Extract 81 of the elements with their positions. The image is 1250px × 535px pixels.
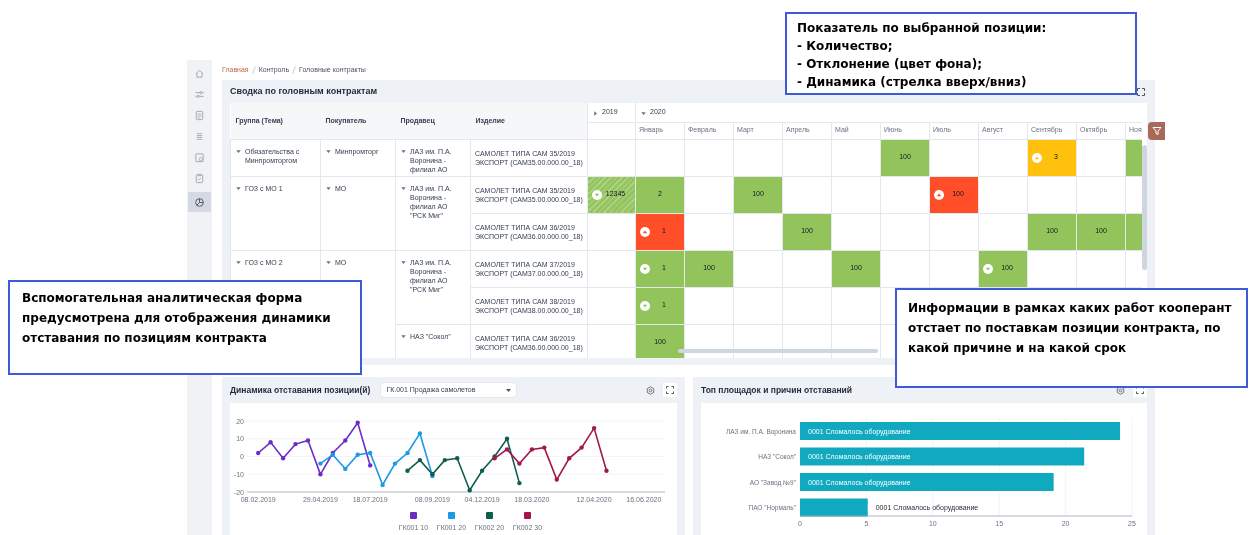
- table-cell[interactable]: [1125, 213, 1142, 250]
- sidebar-item[interactable]: [188, 192, 211, 212]
- data-point: [504, 436, 510, 441]
- data-point: [268, 440, 273, 445]
- legend-swatch: [410, 512, 417, 519]
- data-point: [280, 456, 286, 461]
- data-point: [467, 488, 472, 493]
- fullscreen-button[interactable]: [663, 383, 677, 397]
- data-point: [256, 450, 261, 456]
- caret-icon[interactable]: [593, 110, 598, 116]
- callout-item: - Динамика (стрелка вверх/вниз): [797, 74, 1028, 91]
- data-point: [380, 482, 385, 488]
- data-point: [392, 461, 398, 466]
- table-cell[interactable]: [1125, 139, 1142, 176]
- data-point: [293, 441, 298, 447]
- legend-swatch: [524, 512, 531, 519]
- data-point: [579, 445, 584, 450]
- data-point: [355, 452, 360, 457]
- data-point: [355, 420, 360, 425]
- sliders-icon: [194, 88, 205, 100]
- callout-item: - Отклонение (цвет фона);: [797, 56, 983, 73]
- caret-icon[interactable]: [326, 259, 331, 265]
- data-point: [542, 445, 547, 450]
- list-icon: [194, 130, 205, 142]
- data-point: [554, 477, 559, 482]
- caret-icon[interactable]: [641, 110, 646, 116]
- calendar-icon: [194, 151, 205, 163]
- bar: [800, 498, 868, 517]
- caret-icon: [506, 388, 512, 392]
- data-point: [368, 463, 373, 468]
- clipboard-icon: [194, 172, 205, 184]
- legend-swatch: [448, 512, 455, 519]
- caret-icon[interactable]: [236, 185, 241, 191]
- data-point: [479, 468, 485, 473]
- data-point: [455, 456, 460, 461]
- callout-text: Вспомогательная аналитическая форма предусмотрена для отображения динамики отставания по позициям контракта: [22, 290, 332, 347]
- filter-button[interactable]: [1148, 122, 1165, 140]
- settings-icon[interactable]: [646, 385, 655, 395]
- data-point: [405, 450, 410, 456]
- settings-icon[interactable]: [1116, 385, 1125, 395]
- document-icon: [194, 109, 205, 121]
- filter-icon: [1151, 126, 1162, 136]
- data-point: [305, 438, 311, 443]
- data-point: [368, 450, 373, 456]
- pie-chart-icon: [194, 196, 205, 208]
- legend-swatch: [486, 512, 493, 519]
- data-point: [318, 472, 323, 477]
- data-point: [318, 461, 323, 466]
- data-point: [417, 457, 423, 463]
- data-point: [405, 468, 410, 473]
- data-point: [604, 468, 609, 473]
- scrollbar[interactable]: [678, 349, 878, 353]
- slash-icon: [292, 66, 297, 74]
- panel-title: Топ площадок и причин отставаний: [701, 383, 853, 397]
- caret-icon[interactable]: [401, 148, 406, 154]
- fullscreen-icon[interactable]: [1137, 88, 1145, 96]
- slash-icon: [251, 66, 256, 74]
- home-icon: [194, 67, 205, 79]
- caret-icon[interactable]: [326, 185, 331, 191]
- caret-icon[interactable]: [401, 259, 406, 265]
- panel-title: Сводка по головным контрактам: [230, 84, 378, 98]
- data-point: [591, 425, 597, 431]
- data-point: [517, 461, 522, 466]
- data-point: [343, 466, 348, 472]
- data-point: [529, 447, 535, 452]
- caret-icon[interactable]: [236, 148, 241, 154]
- caret-icon[interactable]: [236, 259, 241, 265]
- scrollbar[interactable]: [1142, 145, 1147, 270]
- data-point: [343, 438, 348, 443]
- data-point: [517, 480, 522, 486]
- caret-icon[interactable]: [401, 185, 406, 191]
- callout-item: - Количество;: [797, 38, 894, 55]
- data-point: [417, 431, 423, 436]
- caret-icon[interactable]: [401, 333, 406, 339]
- data-point: [442, 457, 447, 463]
- panel-title: Динамика отставания позиции(й): [230, 383, 371, 397]
- callout-text: Информации в рамках каких работ кооперант отстает по поставкам позиции контракта, по какой причине и на какой срок: [908, 300, 1233, 357]
- callout-title: Показатель по выбранной позиции:: [797, 20, 1048, 37]
- caret-icon[interactable]: [326, 148, 331, 154]
- data-point: [504, 447, 510, 452]
- data-point: [567, 456, 572, 461]
